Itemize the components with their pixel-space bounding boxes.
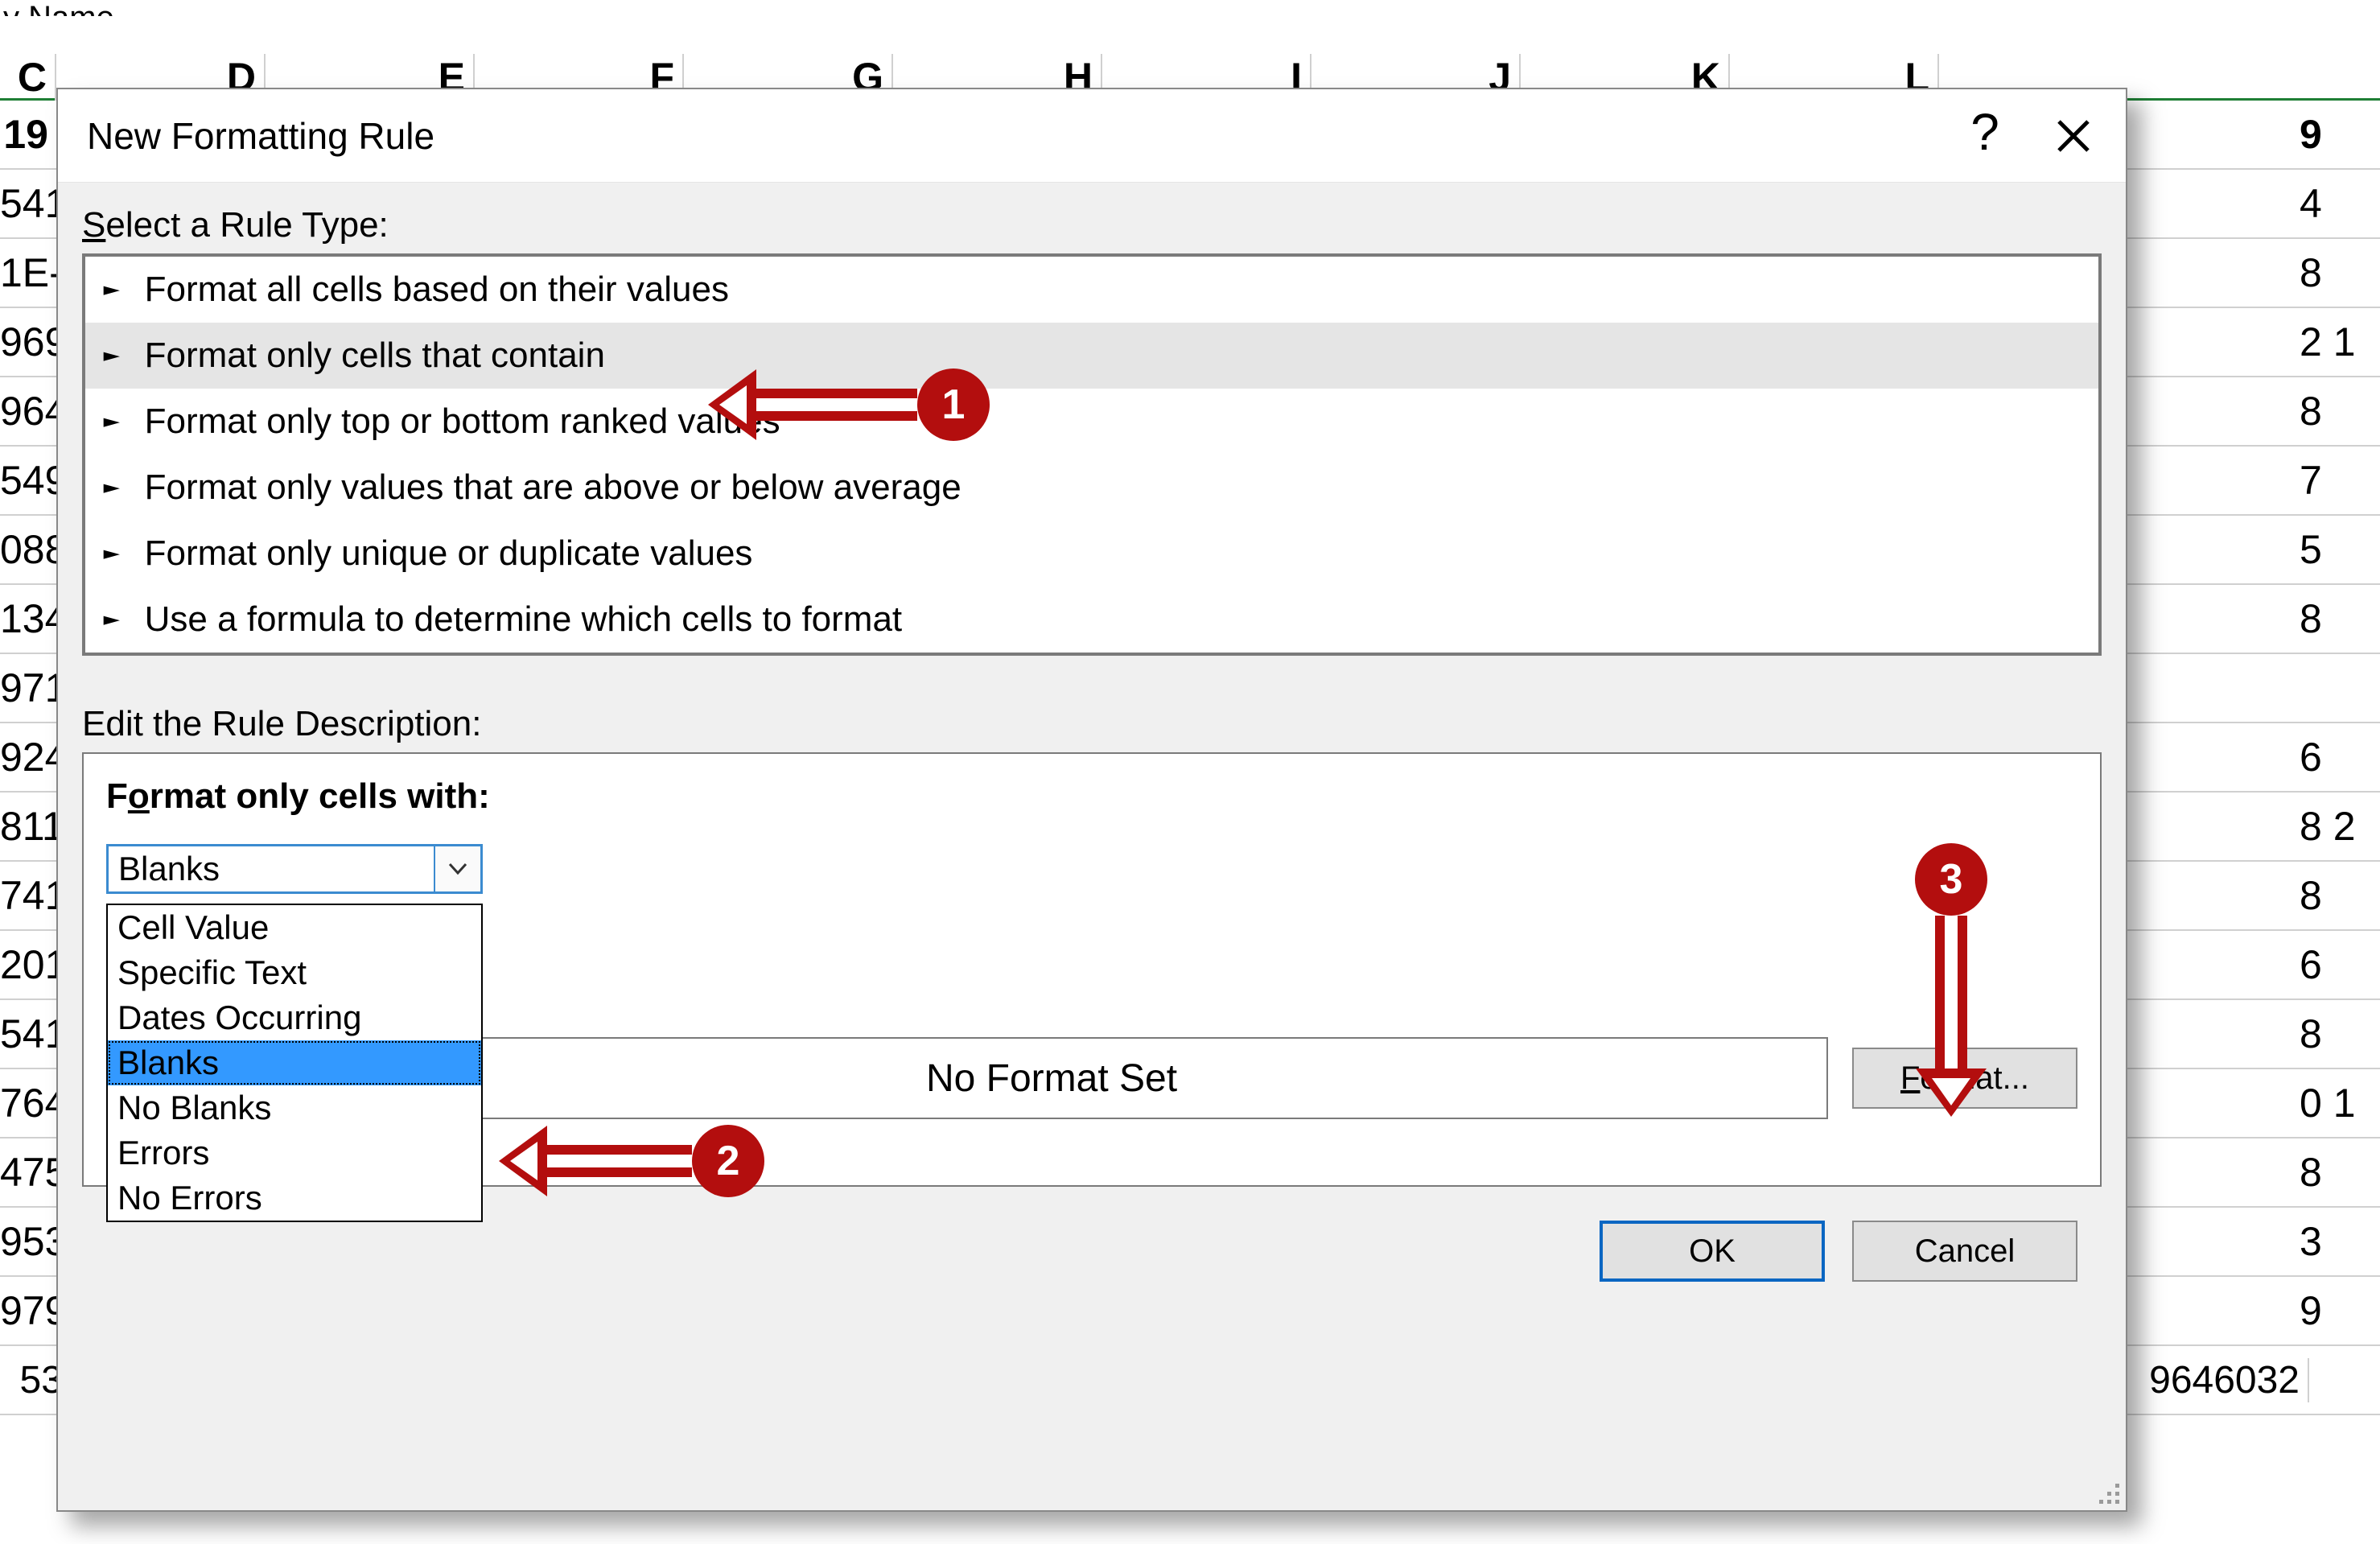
edit-rule-description-panel: Format only cells with: Blanks Cell Valu… [82, 752, 2102, 1187]
combobox-dropdown-button[interactable] [434, 846, 480, 891]
rule-type-label: Format only values that are above or bel… [145, 467, 961, 508]
table-cell[interactable]: 475 [0, 1149, 58, 1196]
dialog-body: Select a Rule Type: ► Format all cells ba… [58, 183, 2126, 1510]
rule-type-item[interactable]: ► Format only unique or duplicate values [85, 521, 2098, 587]
table-cell[interactable]: 764 [0, 1080, 58, 1126]
table-cell[interactable]: 971 [0, 665, 58, 711]
combobox-option[interactable]: Specific Text [108, 950, 481, 995]
combobox-option[interactable]: Cell Value [108, 905, 481, 950]
rule-type-label: Format only top or bottom ranked values [145, 401, 780, 442]
new-formatting-rule-dialog: New Formatting Rule ? Select a Rule Type… [56, 88, 2127, 1512]
table-cell[interactable]: 19 [0, 111, 58, 158]
table-cell[interactable]: 8 [2300, 388, 2380, 434]
combobox-option[interactable]: Errors [108, 1130, 481, 1175]
table-cell[interactable]: 134 [0, 595, 58, 642]
combobox-value: Blanks [109, 846, 434, 891]
table-cell[interactable]: 8 [2300, 595, 2380, 642]
format-with-combobox[interactable]: Blanks [106, 844, 483, 894]
partial-truncated-text: y Name [0, 0, 2380, 16]
column-header[interactable]: C [0, 54, 56, 101]
table-cell[interactable]: 6 [2300, 734, 2380, 780]
combobox-option[interactable]: No Errors [108, 1175, 481, 1221]
close-button[interactable] [2029, 97, 2118, 175]
combobox-dropdown-list[interactable]: Cell ValueSpecific TextDates OccurringBl… [106, 904, 483, 1222]
combobox-option[interactable]: Blanks [108, 1040, 481, 1085]
table-cell[interactable]: 811 [0, 803, 58, 850]
table-cell[interactable]: 9 [2300, 111, 2380, 158]
table-cell[interactable]: 7 [2300, 457, 2380, 504]
chevron-down-icon [448, 863, 467, 875]
resize-grip[interactable] [2097, 1481, 2121, 1505]
help-button[interactable]: ? [1941, 97, 2029, 175]
close-icon [2056, 118, 2091, 154]
table-cell[interactable]: 3 [2300, 1218, 2380, 1265]
table-cell[interactable]: 549 [0, 457, 58, 504]
rule-type-label: Format all cells based on their values [145, 270, 729, 310]
table-cell[interactable]: 8 [2300, 1149, 2380, 1196]
rule-type-item[interactable]: ► Format only top or bottom ranked values [85, 389, 2098, 455]
rule-type-label: Format only cells that contain [145, 336, 605, 376]
table-cell[interactable]: 541 [0, 1011, 58, 1057]
rule-type-item[interactable]: ► Format all cells based on their values [85, 257, 2098, 323]
table-cell[interactable]: 8 [2300, 1011, 2380, 1057]
rule-type-item[interactable]: ► Format only values that are above or be… [85, 455, 2098, 521]
rule-type-item[interactable]: ► Use a formula to determine which cells … [85, 587, 2098, 653]
table-cell[interactable]: 8 [2300, 872, 2380, 919]
format-button[interactable]: Format... [1852, 1048, 2077, 1109]
table-cell[interactable]: 5 [2300, 526, 2380, 573]
edit-rule-description-label: Edit the Rule Description: [82, 704, 2102, 744]
bullet-arrow-icon: ► [98, 545, 126, 562]
rule-type-item[interactable]: ► Format only cells that contain [85, 323, 2098, 389]
table-cell[interactable]: 4 [2300, 180, 2380, 227]
ok-button[interactable]: OK [1600, 1221, 1825, 1282]
table-cell[interactable]: 953 [0, 1218, 58, 1265]
table-cell[interactable]: 9 [2300, 1287, 2380, 1334]
table-cell[interactable]: 088 [0, 526, 58, 573]
rule-type-list[interactable]: ►Format all cells based on their values►… [82, 253, 2102, 656]
table-cell[interactable]: 1E- [0, 249, 58, 296]
combobox-option[interactable]: No Blanks [108, 1085, 481, 1130]
table-cell[interactable]: 8 2 [2300, 803, 2380, 850]
table-cell[interactable]: 6 [2300, 941, 2380, 988]
dialog-titlebar: New Formatting Rule ? [58, 89, 2126, 183]
bullet-arrow-icon: ► [98, 347, 126, 364]
table-cell[interactable]: 201 [0, 941, 58, 988]
combobox-option[interactable]: Dates Occurring [108, 995, 481, 1040]
table-cell[interactable]: 8 [2300, 249, 2380, 296]
bullet-arrow-icon: ► [98, 611, 126, 628]
table-cell[interactable]: 969 [0, 319, 58, 365]
bullet-arrow-icon: ► [98, 281, 126, 298]
table-cell[interactable]: 2 1 [2300, 319, 2380, 365]
cancel-button[interactable]: Cancel [1852, 1221, 2077, 1282]
table-cell[interactable]: 0 1 [2300, 1080, 2380, 1126]
table-cell[interactable]: 741 [0, 872, 58, 919]
format-only-cells-with-label: Format only cells with: [106, 776, 2077, 817]
bullet-arrow-icon: ► [98, 479, 126, 496]
rule-type-label: Format only unique or duplicate values [145, 533, 753, 574]
rule-type-label: Use a formula to determine which cells t… [145, 599, 903, 640]
bullet-arrow-icon: ► [98, 413, 126, 430]
rule-type-label: Select a Rule Type: [82, 205, 2102, 245]
table-cell[interactable]: 541 [0, 180, 58, 227]
table-cell[interactable]: 979 [0, 1287, 58, 1334]
preview-box: No Format Set [275, 1037, 1828, 1119]
table-cell[interactable]: 924 [0, 734, 58, 780]
table-cell[interactable]: 964 [0, 388, 58, 434]
dialog-title: New Formatting Rule [87, 114, 1941, 158]
